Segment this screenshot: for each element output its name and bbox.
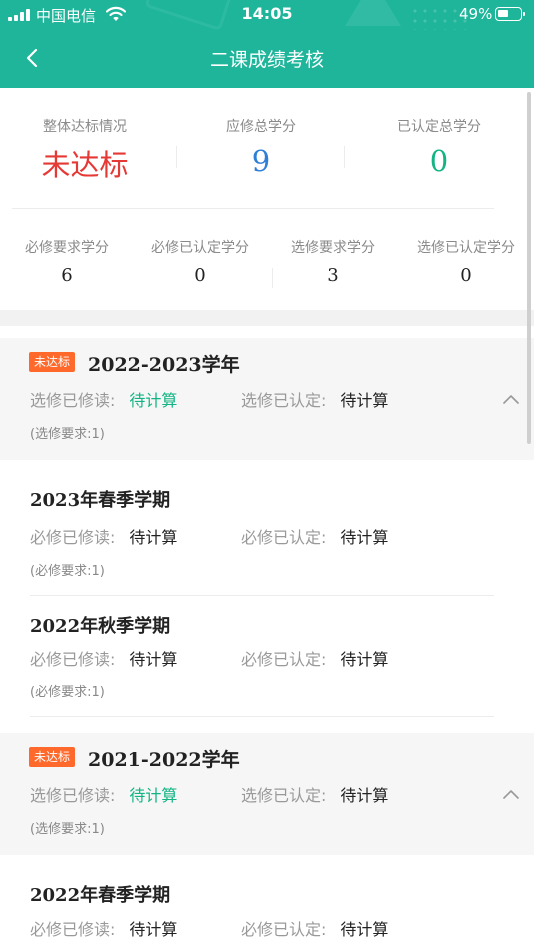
mandatory-certified-row: 必修已认定: 待计算 xyxy=(241,916,388,940)
overall-status-value: 未达标 xyxy=(41,148,129,182)
overall-status-label: 整体达标情况 xyxy=(43,119,127,135)
mandatory-requirement: (必修要求:1) xyxy=(30,564,105,579)
mandatory-taken-label: 必修已修读: xyxy=(30,650,116,669)
certified-total-label: 已认定总学分 xyxy=(397,119,481,135)
elective-certified-label: 选修已认定: xyxy=(241,391,327,410)
required-total-label: 应修总学分 xyxy=(226,119,296,135)
elective-taken-value: 待计算 xyxy=(129,786,178,805)
status-badge: 未达标 xyxy=(29,747,76,767)
term-title: 2023年春季学期 xyxy=(30,490,171,511)
mandatory-taken-value: 待计算 xyxy=(129,528,178,547)
mandatory-taken-value: 待计算 xyxy=(129,920,178,939)
summary-card: 整体达标情况 未达标 应修总学分 9 已认定总学分 0 必修要求学分 6 必修已… xyxy=(0,88,534,310)
term-card[interactable]: 2022年秋季学期 必修已修读: 待计算 必修已认定: 待计算 (必修要求:1) xyxy=(0,596,534,718)
mandatory-certified-value: 0 xyxy=(194,265,206,286)
academic-year-title: 2021-2022学年 xyxy=(88,749,240,771)
certified-total-value: 0 xyxy=(429,144,449,178)
mandatory-taken-label: 必修已修读: xyxy=(30,920,116,939)
mandatory-certified-label: 必修已认定学分 xyxy=(151,240,249,256)
term-card[interactable]: 2023年春季学期 必修已修读: 待计算 必修已认定: 待计算 (必修要求:1) xyxy=(0,460,534,596)
elective-required-value: 3 xyxy=(327,265,339,286)
elective-taken-label: 选修已修读: xyxy=(30,786,116,805)
elective-requirement: (选修要求:1) xyxy=(30,427,105,442)
mandatory-certified-stat: 必修已认定学分 0 xyxy=(138,237,262,286)
elective-certified-value: 0 xyxy=(460,265,472,286)
elective-certified-value: 待计算 xyxy=(340,391,389,410)
mandatory-taken-row: 必修已修读: 待计算 xyxy=(30,524,177,548)
term-card[interactable]: 2022年春季学期 必修已修读: 待计算 必修已认定: 待计算 xyxy=(0,855,534,950)
elective-requirement: (选修要求:1) xyxy=(30,822,105,837)
mandatory-taken-label: 必修已修读: xyxy=(30,528,116,547)
elective-required-stat: 选修要求学分 3 xyxy=(272,237,394,286)
elective-certified-row: 选修已认定: 待计算 xyxy=(241,782,388,806)
elective-taken-value: 待计算 xyxy=(129,391,178,410)
academic-year-card[interactable]: 未达标 2021-2022学年 选修已修读: 待计算 选修已认定: 待计算 (选修要… xyxy=(0,733,534,855)
chevron-up-icon[interactable] xyxy=(502,393,520,405)
mandatory-certified-row: 必修已认定: 待计算 xyxy=(241,524,388,548)
mandatory-required-value: 6 xyxy=(61,265,73,286)
elective-certified-value: 待计算 xyxy=(340,786,389,805)
mandatory-certified-value: 待计算 xyxy=(340,528,389,547)
elective-certified-label: 选修已认定学分 xyxy=(417,240,515,256)
mandatory-required-label: 必修要求学分 xyxy=(25,240,109,256)
overall-status-stat: 整体达标情况 未达标 xyxy=(14,116,156,184)
status-time: 14:05 xyxy=(241,4,293,23)
battery-icon xyxy=(495,7,525,21)
mandatory-certified-row: 必修已认定: 待计算 xyxy=(241,646,388,670)
term-title: 2022年秋季学期 xyxy=(30,616,171,637)
elective-taken-row: 选修已修读: 待计算 xyxy=(30,387,177,411)
elective-taken-label: 选修已修读: xyxy=(30,391,116,410)
page-title: 二课成绩考核 xyxy=(209,49,324,71)
elective-certified-row: 选修已认定: 待计算 xyxy=(241,387,388,411)
term-title: 2022年春季学期 xyxy=(30,885,171,906)
divider xyxy=(30,716,494,717)
mandatory-required-stat: 必修要求学分 6 xyxy=(6,237,128,286)
academic-year-card[interactable]: 未达标 2022-2023学年 选修已修读: 待计算 选修已认定: 待计算 (选修要… xyxy=(0,338,534,460)
scrollbar[interactable] xyxy=(527,92,531,444)
mandatory-certified-label: 必修已认定: xyxy=(241,920,327,939)
status-bar: 中国电信 14:05 49% xyxy=(0,0,534,30)
certified-total-stat: 已认定总学分 0 xyxy=(368,116,510,178)
app-header: 中国电信 14:05 49% 二课成绩考核 xyxy=(0,0,534,88)
academic-year-title: 2022-2023学年 xyxy=(88,354,240,376)
mandatory-certified-label: 必修已认定: xyxy=(241,528,327,547)
status-badge: 未达标 xyxy=(29,352,76,372)
mandatory-requirement: (必修要求:1) xyxy=(30,685,105,700)
mandatory-certified-label: 必修已认定: xyxy=(241,650,327,669)
section-gap xyxy=(0,310,534,326)
mandatory-taken-value: 待计算 xyxy=(129,650,178,669)
elective-certified-stat: 选修已认定学分 0 xyxy=(404,237,528,286)
battery-percent: 49% xyxy=(459,5,493,23)
elective-required-label: 选修要求学分 xyxy=(291,240,375,256)
elective-taken-row: 选修已修读: 待计算 xyxy=(30,782,177,806)
mandatory-certified-value: 待计算 xyxy=(340,920,389,939)
chevron-up-icon[interactable] xyxy=(502,788,520,800)
mandatory-taken-row: 必修已修读: 待计算 xyxy=(30,916,177,940)
mandatory-taken-row: 必修已修读: 待计算 xyxy=(30,646,177,670)
required-total-value: 9 xyxy=(251,144,271,178)
mandatory-certified-value: 待计算 xyxy=(340,650,389,669)
elective-certified-label: 选修已认定: xyxy=(241,786,327,805)
required-total-stat: 应修总学分 9 xyxy=(190,116,332,178)
